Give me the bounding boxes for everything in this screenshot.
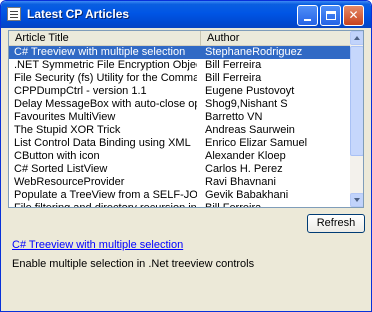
refresh-button[interactable]: Refresh	[307, 214, 365, 233]
table-row[interactable]: CButton with icon Alexander Kloep	[9, 150, 350, 163]
article-title-cell: WebResourceProvider	[14, 176, 125, 188]
articles-list[interactable]: Article Title Author C# Treeview with mu…	[8, 30, 364, 208]
article-description: Enable multiple selection in .Net treevi…	[12, 258, 255, 270]
article-title-cell: List Control Data Binding using XML	[14, 137, 191, 149]
list-body: C# Treeview with multiple selection Steph…	[9, 46, 350, 207]
column-header-author[interactable]: Author	[201, 31, 350, 46]
app-icon[interactable]	[7, 7, 21, 21]
close-icon: ✕	[348, 8, 359, 22]
author-cell: Ravi Bhavnani	[205, 176, 276, 188]
article-title-cell: The Stupid XOR Trick	[14, 124, 121, 136]
author-cell: Bill Ferreira	[205, 59, 262, 71]
article-title-cell: CButton with icon	[14, 150, 100, 162]
maximize-button[interactable]	[320, 5, 341, 26]
article-title-cell: Delay MessageBox with auto-close option	[14, 98, 197, 110]
author-cell: Alexander Kloep	[205, 150, 286, 162]
scroll-up-icon[interactable]	[350, 31, 363, 45]
article-title-cell: CPPDumpCtrl - version 1.1	[14, 85, 147, 97]
table-row[interactable]: .NET Symmetric File Encryption Object Bil…	[9, 59, 350, 72]
article-title-cell: C# Treeview with multiple selection	[14, 46, 186, 58]
window-title: Latest CP Articles	[27, 7, 130, 21]
table-row[interactable]: Delay MessageBox with auto-close option S…	[9, 98, 350, 111]
article-title-cell: File filtering and directory recursion i…	[14, 202, 197, 207]
minimize-icon	[304, 19, 311, 21]
column-header-title[interactable]: Article Title	[9, 31, 201, 46]
table-row[interactable]: File filtering and directory recursion i…	[9, 202, 350, 207]
author-cell: Barretto VN	[205, 111, 263, 123]
article-title-cell: File Security (fs) Utility for the Comma…	[14, 72, 197, 84]
author-cell: Shog9,Nishant S	[205, 98, 288, 110]
table-row[interactable]: Populate a TreeView from a SELF-JOINED t…	[9, 189, 350, 202]
article-link[interactable]: C# Treeview with multiple selection	[12, 239, 183, 251]
author-cell: Eugene Pustovoyt	[205, 85, 295, 97]
author-cell: Bill Ferreira	[205, 72, 262, 84]
author-cell: StephaneRodriguez	[205, 46, 303, 58]
author-cell: Bill Ferreira	[205, 202, 349, 207]
scroll-thumb[interactable]	[350, 46, 363, 156]
author-cell: Gevik Babakhani	[205, 189, 289, 201]
table-row[interactable]: Favourites MultiView Barretto VN	[9, 111, 350, 124]
scroll-down-icon[interactable]	[350, 193, 363, 207]
table-row[interactable]: CPPDumpCtrl - version 1.1 Eugene Pustovoy…	[9, 85, 350, 98]
article-title-cell: .NET Symmetric File Encryption Object	[14, 59, 197, 71]
table-row[interactable]: C# Sorted ListView Carlos H. Perez	[9, 163, 350, 176]
main-window: Latest CP Articles ✕ Article Title Autho…	[0, 0, 372, 312]
close-button[interactable]: ✕	[343, 5, 364, 26]
author-cell: Enrico Elizar Samuel	[205, 137, 308, 149]
vertical-scrollbar[interactable]	[350, 31, 363, 207]
table-row[interactable]: C# Treeview with multiple selection Steph…	[9, 46, 350, 59]
article-title-cell: C# Sorted ListView	[14, 163, 108, 175]
author-cell: Carlos H. Perez	[205, 163, 283, 175]
article-title-cell: Populate a TreeView from a SELF-JOINED t…	[14, 189, 197, 201]
author-cell: Andreas Saurwein	[205, 124, 295, 136]
maximize-icon	[325, 11, 336, 20]
table-row[interactable]: File Security (fs) Utility for the Comma…	[9, 72, 350, 85]
title-bar[interactable]: Latest CP Articles ✕	[1, 1, 371, 28]
article-title-cell: Favourites MultiView	[14, 111, 116, 123]
minimize-button[interactable]	[297, 5, 318, 26]
table-row[interactable]: The Stupid XOR Trick Andreas Saurwein	[9, 124, 350, 137]
table-row[interactable]: WebResourceProvider Ravi Bhavnani	[9, 176, 350, 189]
table-row[interactable]: List Control Data Binding using XML Enric…	[9, 137, 350, 150]
list-header: Article Title Author	[9, 31, 350, 46]
